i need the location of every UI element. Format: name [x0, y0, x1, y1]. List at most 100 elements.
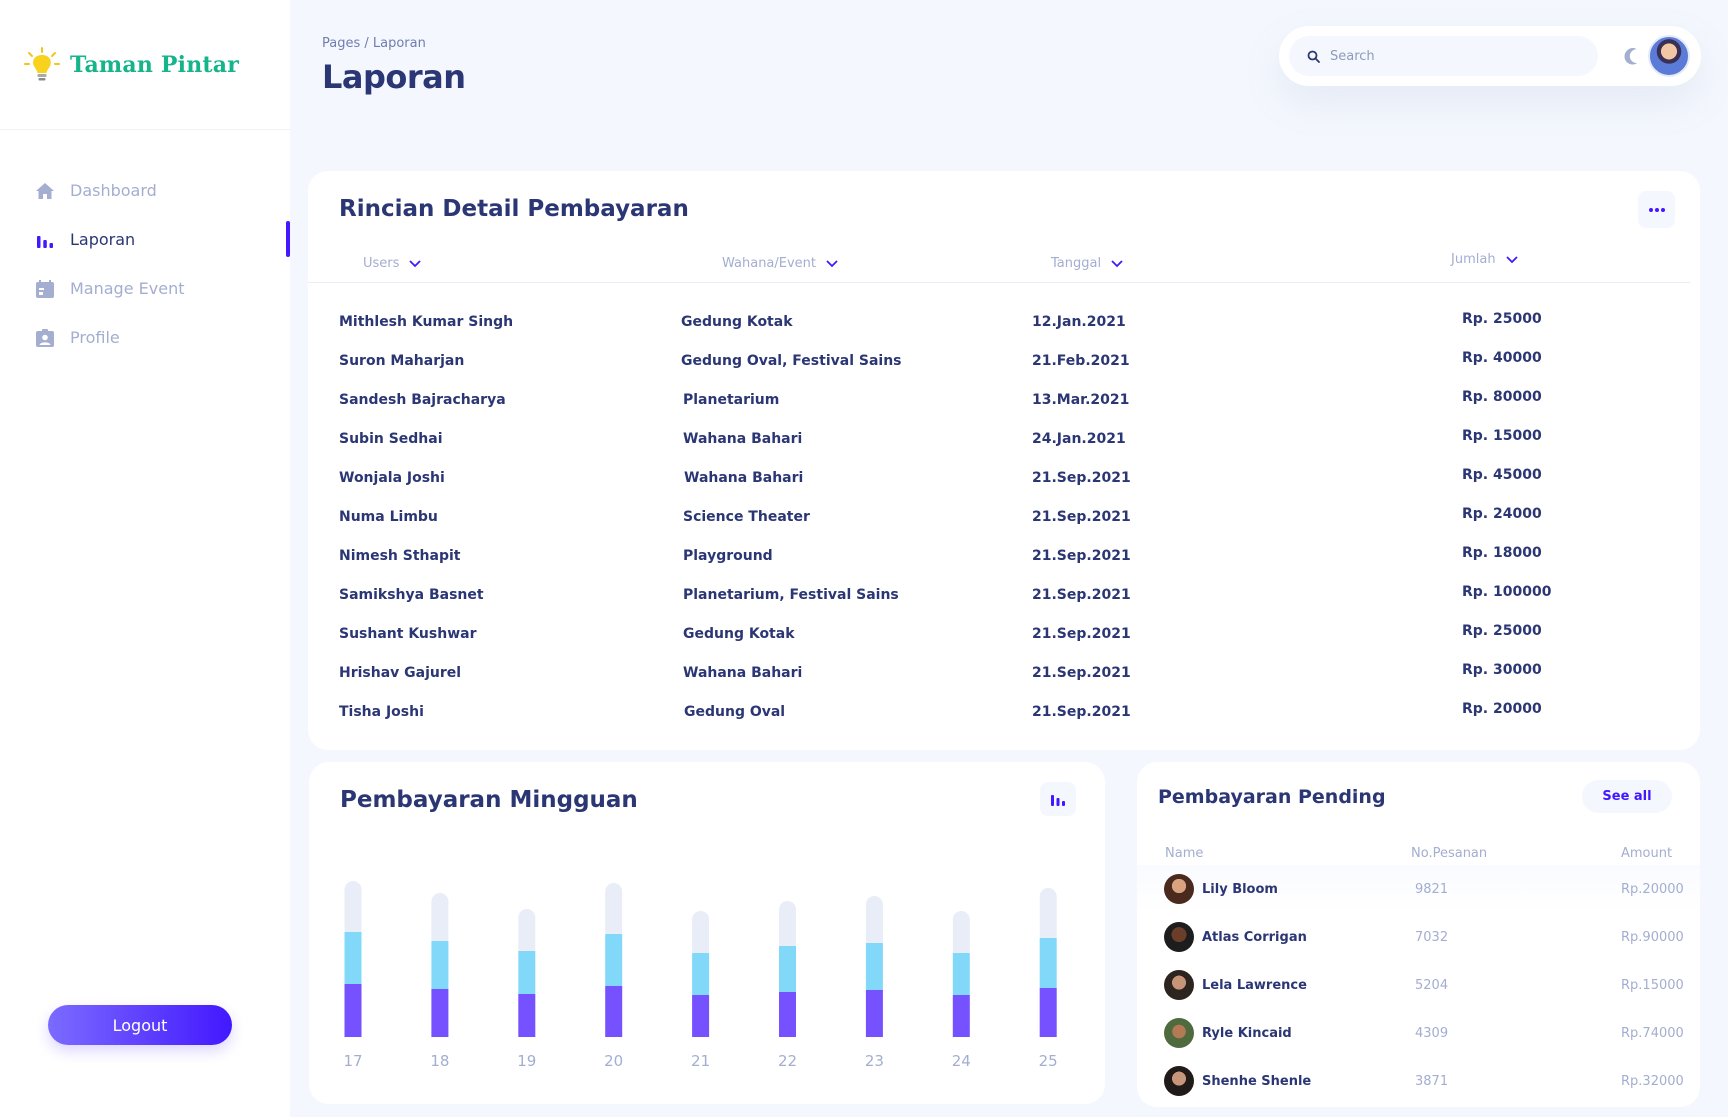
- cell-amount: Rp. 100000: [1462, 584, 1552, 600]
- cell-date: 21.Sep.2021: [1032, 665, 1131, 681]
- table-row[interactable]: Tisha Joshi Gedung Oval 21.Sep.2021 Rp. …: [308, 701, 1700, 743]
- bar-segment-3-21: [692, 911, 710, 959]
- x-tick-label: 20: [604, 1052, 623, 1070]
- table-row[interactable]: Hrishav Gajurel Wahana Bahari 21.Sep.202…: [308, 662, 1700, 704]
- list-item[interactable]: Ryle Kincaid 4309 Rp.74000: [1137, 1009, 1700, 1057]
- x-tick-label: 24: [952, 1052, 971, 1070]
- more-options-button[interactable]: [1638, 191, 1675, 228]
- cell-event: Gedung Oval, Festival Sains: [681, 353, 902, 369]
- bar-segment-3-17: [344, 881, 362, 938]
- list-item[interactable]: Shenhe Shenle 3871 Rp.32000: [1137, 1057, 1700, 1105]
- pending-amount: Rp.20000: [1621, 881, 1684, 897]
- cell-date: 21.Sep.2021: [1032, 509, 1131, 525]
- column-label: Users: [363, 256, 400, 271]
- breadcrumb[interactable]: Pages / Laporan: [322, 36, 426, 51]
- column-header-order: No.Pesanan: [1411, 846, 1488, 861]
- table-row[interactable]: Nimesh Sthapit Playground 21.Sep.2021 Rp…: [308, 545, 1700, 587]
- bar-segment-2-18: [431, 941, 449, 989]
- search-box[interactable]: [1289, 36, 1598, 76]
- x-tick-label: 21: [691, 1052, 710, 1070]
- brand[interactable]: Taman Pintar: [0, 0, 290, 130]
- table-row[interactable]: Numa Limbu Science Theater 21.Sep.2021 R…: [308, 506, 1700, 548]
- cell-amount: Rp. 80000: [1462, 389, 1542, 405]
- column-header-amount: Amount: [1621, 846, 1673, 861]
- column-header-event[interactable]: Wahana/Event: [722, 256, 838, 271]
- chevron-down-icon: [1505, 255, 1518, 263]
- cell-event: Wahana Bahari: [684, 470, 804, 486]
- list-item[interactable]: Atlas Corrigan 7032 Rp.90000: [1137, 913, 1700, 961]
- sidebar-item-profile[interactable]: Profile: [0, 313, 290, 362]
- bar-segment-2-19: [518, 951, 536, 994]
- brand-name: Taman Pintar: [70, 51, 240, 78]
- cell-date: 21.Sep.2021: [1032, 470, 1131, 486]
- column-header-users[interactable]: Users: [363, 256, 422, 271]
- avatar: [1164, 970, 1194, 1000]
- cell-date: 21.Sep.2021: [1032, 704, 1131, 720]
- list-item[interactable]: Lela Lawrence 5204 Rp.15000: [1137, 961, 1700, 1009]
- moon-icon[interactable]: [1620, 46, 1640, 66]
- pending-order: 4309: [1415, 1025, 1449, 1041]
- cell-user: Nimesh Sthapit: [339, 548, 461, 564]
- cell-user: Mithlesh Kumar Singh: [339, 314, 514, 330]
- pending-amount: Rp.15000: [1621, 977, 1684, 993]
- x-tick-label: 23: [865, 1052, 884, 1070]
- sidebar-nav: Dashboard Laporan Manage Event Profile: [0, 166, 290, 362]
- pending-amount: Rp.74000: [1621, 1025, 1684, 1041]
- cell-event: Gedung Kotak: [681, 314, 793, 330]
- cell-user: Wonjala Joshi: [339, 470, 445, 486]
- chevron-down-icon: [1111, 259, 1123, 267]
- see-all-button[interactable]: See all: [1582, 780, 1672, 813]
- table-row[interactable]: Wonjala Joshi Wahana Bahari 21.Sep.2021 …: [308, 467, 1700, 509]
- page-title: Laporan: [322, 58, 466, 96]
- pending-order: 9821: [1415, 881, 1449, 897]
- sidebar-item-laporan[interactable]: Laporan: [0, 215, 290, 264]
- cell-amount: Rp. 45000: [1462, 467, 1542, 483]
- pending-amount: Rp.90000: [1621, 929, 1684, 945]
- table-row[interactable]: Sushant Kushwar Gedung Kotak 21.Sep.2021…: [308, 623, 1700, 665]
- table-row[interactable]: Sandesh Bajracharya Planetarium 13.Mar.2…: [308, 389, 1700, 431]
- logout-button[interactable]: Logout: [48, 1005, 232, 1045]
- top-bar: [1279, 26, 1701, 86]
- bar-segment-3-23: [865, 896, 883, 949]
- user-avatar[interactable]: [1648, 35, 1690, 77]
- cell-event: Wahana Bahari: [683, 431, 803, 447]
- cell-user: Samikshya Basnet: [339, 587, 484, 603]
- bar-segment-2-21: [692, 953, 710, 995]
- payment-detail-card: Rincian Detail Pembayaran Users Wahana/E…: [308, 171, 1700, 750]
- cell-date: 13.Mar.2021: [1032, 392, 1130, 408]
- table-row[interactable]: Mithlesh Kumar Singh Gedung Kotak 12.Jan…: [308, 311, 1700, 353]
- table-row[interactable]: Samikshya Basnet Planetarium, Festival S…: [308, 584, 1700, 626]
- pending-order: 3871: [1415, 1073, 1449, 1089]
- x-tick-label: 19: [517, 1052, 536, 1070]
- search-input[interactable]: [1330, 48, 1570, 64]
- cell-event: Wahana Bahari: [683, 665, 803, 681]
- avatar: [1164, 1018, 1194, 1048]
- more-dots-icon: [1648, 207, 1665, 212]
- avatar: [1164, 1066, 1194, 1096]
- cell-date: 21.Feb.2021: [1032, 353, 1130, 369]
- list-item[interactable]: Lily Bloom 9821 Rp.20000: [1137, 865, 1700, 913]
- cell-date: 12.Jan.2021: [1032, 314, 1126, 330]
- sidebar-item-manage-event[interactable]: Manage Event: [0, 264, 290, 313]
- column-label: Jumlah: [1451, 252, 1496, 267]
- cell-user: Hrishav Gajurel: [339, 665, 462, 681]
- pending-name: Lela Lawrence: [1202, 977, 1307, 993]
- table-row[interactable]: Suron Maharjan Gedung Oval, Festival Sai…: [308, 350, 1700, 392]
- bar-segment-3-22: [779, 901, 796, 952]
- column-label: Wahana/Event: [722, 256, 817, 271]
- sidebar-item-dashboard[interactable]: Dashboard: [0, 166, 290, 215]
- bar-segment-2-17: [344, 932, 362, 984]
- column-header-amount[interactable]: Jumlah: [1451, 252, 1518, 267]
- cell-amount: Rp. 25000: [1462, 623, 1542, 639]
- search-icon: [1307, 50, 1320, 63]
- cell-user: Tisha Joshi: [339, 704, 424, 720]
- header-divider: [308, 282, 1690, 283]
- table-row[interactable]: Subin Sedhai Wahana Bahari 24.Jan.2021 R…: [308, 428, 1700, 470]
- cell-event: Gedung Oval: [684, 704, 786, 720]
- bar-segment-3-19: [518, 909, 536, 957]
- column-header-date[interactable]: Tanggal: [1051, 256, 1123, 271]
- cell-event: Planetarium: [683, 392, 780, 408]
- sidebar-item-label: Profile: [70, 328, 120, 347]
- cell-date: 21.Sep.2021: [1032, 587, 1131, 603]
- bar-segment-1-17: [344, 984, 362, 1037]
